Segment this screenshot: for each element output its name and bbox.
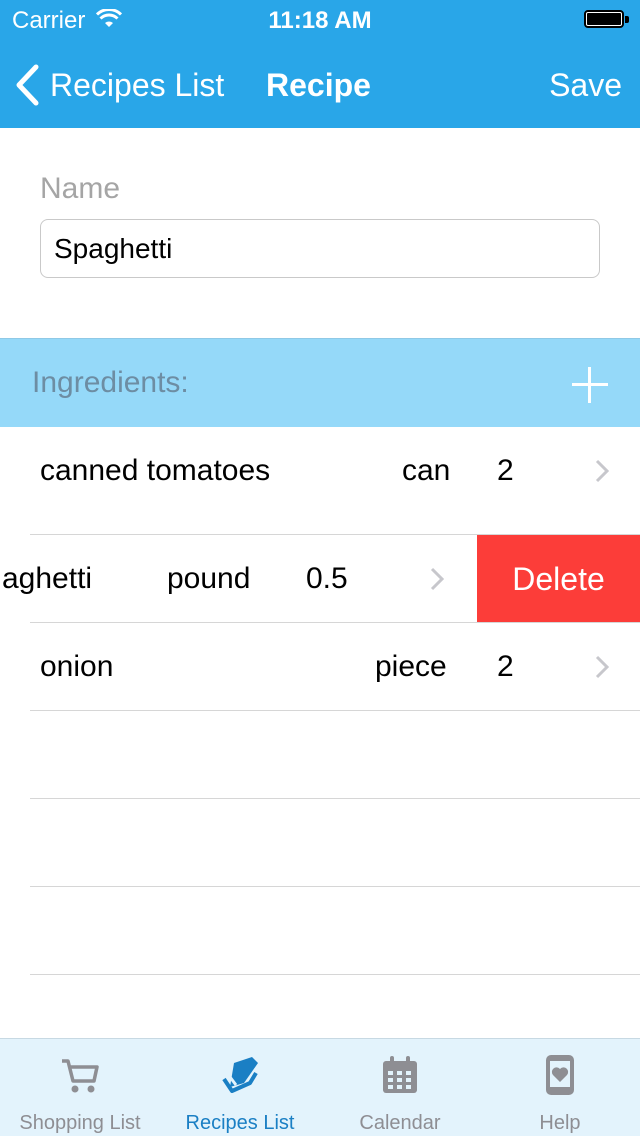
tab-label: Calendar [359, 1112, 441, 1134]
recipe-book-icon [222, 1057, 258, 1093]
ingredient-name: canned tomatoes [40, 454, 271, 487]
navigation-bar: Recipes List Recipe Save [0, 40, 640, 128]
name-label: Name [40, 172, 121, 205]
page-title: Recipe [266, 67, 371, 103]
add-ingredient-button[interactable] [568, 363, 612, 407]
ingredients-header: Ingredients: [0, 338, 640, 427]
tab-recipes-list[interactable]: Recipes List [160, 1039, 320, 1137]
ingredient-unit: can [402, 454, 451, 487]
chevron-right-icon [430, 567, 444, 591]
tab-shopping-list[interactable]: Shopping List [0, 1039, 160, 1137]
row-divider [30, 798, 640, 799]
row-divider [30, 974, 640, 975]
status-bar: Carrier 11:18 AM [0, 0, 640, 40]
ingredient-quantity: 2 [497, 650, 514, 683]
ingredient-name: aghetti [2, 562, 93, 595]
status-time: 11:18 AM [268, 7, 372, 34]
battery-icon [584, 10, 630, 30]
ingredient-row-swiped[interactable]: aghetti pound 0.5 Delete [0, 535, 640, 623]
ingredient-unit: piece [375, 650, 447, 683]
tab-label: Shopping List [19, 1112, 141, 1134]
tab-bar: Shopping List Recipes List Calendar Help [0, 1038, 640, 1136]
ingredients-title: Ingredients: [32, 366, 189, 399]
row-divider [30, 886, 640, 887]
cart-icon [62, 1059, 99, 1093]
name-field[interactable] [40, 219, 600, 278]
save-button[interactable]: Save [549, 67, 622, 104]
row-divider [30, 710, 640, 711]
back-button-label: Recipes List [50, 66, 225, 103]
ingredient-row[interactable]: canned tomatoes can 2 [0, 427, 640, 515]
phone-heart-icon [546, 1055, 574, 1095]
chevron-left-icon [16, 64, 39, 106]
ingredient-quantity: 2 [497, 454, 514, 487]
tab-help[interactable]: Help [480, 1039, 640, 1137]
delete-button[interactable]: Delete [477, 535, 640, 623]
ingredient-unit: pound [167, 562, 251, 595]
chevron-right-icon [595, 655, 609, 679]
ingredient-name: onion [40, 650, 114, 683]
back-button[interactable]: Recipes List [14, 62, 224, 108]
ingredient-row[interactable]: onion piece 2 [0, 623, 640, 711]
tab-calendar[interactable]: Calendar [320, 1039, 480, 1137]
ingredient-quantity: 0.5 [306, 562, 348, 595]
chevron-right-icon [595, 459, 609, 483]
tab-label: Help [539, 1112, 581, 1134]
tab-label: Recipes List [185, 1112, 295, 1134]
calendar-icon [383, 1056, 417, 1093]
header: Carrier 11:18 AM Recipes List Recipe Sav… [0, 0, 640, 128]
